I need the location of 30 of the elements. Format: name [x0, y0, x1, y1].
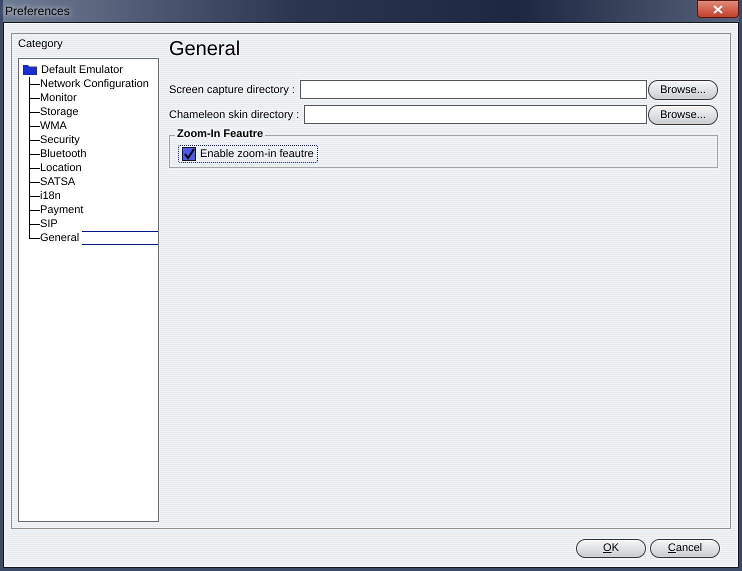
ok-button[interactable]: OK: [576, 538, 646, 558]
folder-icon: [23, 64, 37, 75]
field-label: Screen capture directory :: [169, 84, 295, 96]
directory-field[interactable]: [304, 105, 647, 124]
tree-item[interactable]: Payment: [40, 204, 84, 216]
browse-button[interactable]: Browse...: [648, 104, 718, 124]
tree-item[interactable]: Default Emulator: [21, 62, 158, 77]
tree-item[interactable]: WMA: [40, 120, 67, 132]
tree-item[interactable]: i18n: [40, 190, 61, 202]
tree-item[interactable]: Bluetooth: [40, 148, 86, 160]
tree-item[interactable]: Security: [40, 134, 80, 146]
tree-item[interactable]: SIP: [40, 218, 58, 230]
checkbox-row[interactable]: Enable zoom-in feautre: [178, 145, 318, 163]
panel-heading: General: [169, 38, 242, 61]
window-title: Preferences: [4, 4, 70, 18]
group-title: Zoom-In Feautre: [175, 128, 266, 140]
field-label: Chameleon skin directory :: [169, 108, 300, 120]
category-label: Category: [17, 38, 64, 50]
tree-item[interactable]: Monitor: [40, 92, 77, 104]
browse-button[interactable]: Browse...: [648, 80, 718, 100]
close-icon: [713, 4, 723, 14]
cancel-button[interactable]: Cancel: [650, 538, 720, 558]
directory-field[interactable]: [300, 80, 647, 99]
tree-item[interactable]: General: [40, 232, 80, 244]
close-button[interactable]: [697, 0, 739, 18]
tree-item[interactable]: Network Configuration: [40, 78, 149, 90]
checkbox[interactable]: [182, 147, 196, 161]
tree-item[interactable]: SATSA: [40, 176, 76, 188]
tree-item[interactable]: Location: [40, 162, 82, 174]
tree-item[interactable]: Storage: [40, 106, 79, 118]
